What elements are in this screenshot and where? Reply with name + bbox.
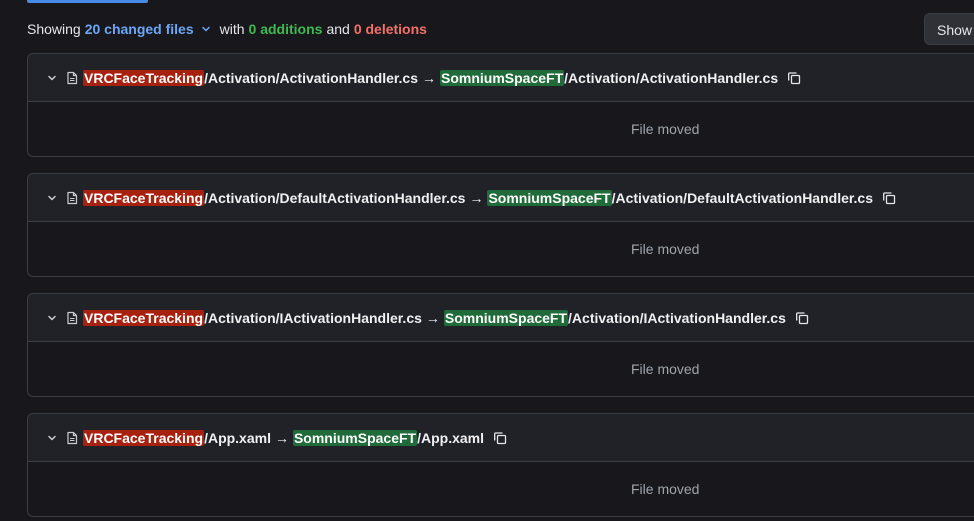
new-path-rest: /App.xaml xyxy=(417,429,485,446)
rename-arrow: → xyxy=(425,309,440,326)
new-path-rest: /Activation/IActivationHandler.cs xyxy=(568,309,786,326)
copy-icon[interactable] xyxy=(794,310,810,326)
new-path-rest: /Activation/DefaultActivationHandler.cs xyxy=(611,189,874,206)
old-path-rest: /Activation/IActivationHandler.cs xyxy=(204,309,422,326)
file-status: File moved xyxy=(631,121,700,137)
additions-count: 0 additions xyxy=(248,21,323,37)
file-status: File moved xyxy=(631,361,700,377)
file-body: File moved xyxy=(28,102,974,156)
active-tab-indicator xyxy=(27,0,148,3)
new-path-root: SomniumSpaceFT xyxy=(292,429,418,446)
file-path[interactable]: VRCFaceTracking /Activation/DefaultActiv… xyxy=(83,189,874,206)
file-path[interactable]: VRCFaceTracking /Activation/ActivationHa… xyxy=(83,69,779,86)
copy-icon[interactable] xyxy=(881,190,897,206)
old-path-rest: /App.xaml xyxy=(204,429,271,446)
old-path-rest: /Activation/DefaultActivationHandler.cs xyxy=(204,189,466,206)
file-icon xyxy=(64,310,80,326)
file-status: File moved xyxy=(631,241,700,257)
new-path-root: SomniumSpaceFT xyxy=(443,309,569,326)
summary-and: and xyxy=(326,21,350,37)
rename-arrow: → xyxy=(274,429,289,446)
new-path-root: SomniumSpaceFT xyxy=(487,189,612,206)
changed-files-dropdown[interactable]: 20 changed files xyxy=(85,21,194,37)
deletions-count: 0 deletions xyxy=(353,21,427,37)
file-status: File moved xyxy=(631,481,700,497)
file-body: File moved xyxy=(28,342,974,396)
file-header[interactable]: VRCFaceTracking /Activation/IActivationH… xyxy=(28,294,974,342)
file-path[interactable]: VRCFaceTracking /App.xaml → SomniumSpace… xyxy=(83,429,485,446)
summary-with: with xyxy=(219,21,245,37)
show-button[interactable]: Show xyxy=(924,13,974,45)
file-body: File moved xyxy=(28,462,974,516)
summary-showing: Showing xyxy=(27,21,81,37)
file-header[interactable]: VRCFaceTracking /Activation/ActivationHa… xyxy=(28,54,974,102)
file-path[interactable]: VRCFaceTracking /Activation/IActivationH… xyxy=(83,309,786,326)
copy-icon[interactable] xyxy=(786,70,802,86)
file-icon xyxy=(64,430,80,446)
chevron-down-icon[interactable] xyxy=(44,190,60,206)
chevron-down-icon[interactable] xyxy=(200,23,212,35)
copy-icon[interactable] xyxy=(492,430,508,446)
old-path-root: VRCFaceTracking xyxy=(83,309,205,326)
file-icon xyxy=(64,70,80,86)
old-path-root: VRCFaceTracking xyxy=(83,69,205,86)
chevron-down-icon[interactable] xyxy=(44,310,60,326)
rename-arrow: → xyxy=(422,69,437,86)
old-path-rest: /Activation/ActivationHandler.cs xyxy=(204,69,419,86)
file-body: File moved xyxy=(28,222,974,276)
chevron-down-icon[interactable] xyxy=(44,70,60,86)
file-diff: VRCFaceTracking /Activation/IActivationH… xyxy=(27,293,974,397)
new-path-rest: /Activation/ActivationHandler.cs xyxy=(564,69,779,86)
diff-summary: Showing 20 changed files with 0 addition… xyxy=(27,19,431,39)
new-path-root: SomniumSpaceFT xyxy=(440,69,565,86)
chevron-down-icon[interactable] xyxy=(44,430,60,446)
file-header[interactable]: VRCFaceTracking /Activation/DefaultActiv… xyxy=(28,174,974,222)
file-icon xyxy=(64,190,80,206)
file-diff: VRCFaceTracking /Activation/ActivationHa… xyxy=(27,53,974,157)
file-diff: VRCFaceTracking /Activation/DefaultActiv… xyxy=(27,173,974,277)
diff-page: Showing 20 changed files with 0 addition… xyxy=(0,0,974,521)
old-path-root: VRCFaceTracking xyxy=(83,189,205,206)
file-diff: VRCFaceTracking /App.xaml → SomniumSpace… xyxy=(27,413,974,517)
rename-arrow: → xyxy=(469,189,484,206)
old-path-root: VRCFaceTracking xyxy=(83,429,205,446)
file-header[interactable]: VRCFaceTracking /App.xaml → SomniumSpace… xyxy=(28,414,974,462)
